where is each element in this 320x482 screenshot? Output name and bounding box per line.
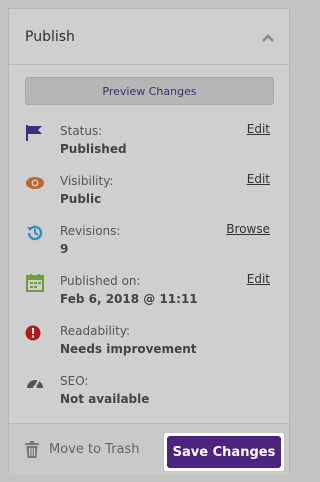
published-on-edit-link[interactable]: Edit xyxy=(247,272,270,286)
trash-icon xyxy=(25,440,39,458)
seo-label: SEO: xyxy=(60,374,89,388)
panel-footer: Move to Trash Save Changes xyxy=(9,423,289,474)
seo-row: SEO: Not available xyxy=(25,372,277,412)
gauge-icon xyxy=(27,379,43,389)
status-row: Status: Published Edit xyxy=(25,122,277,162)
move-to-trash-link[interactable]: Move to Trash xyxy=(25,440,140,458)
revisions-row: Revisions: 9 Browse xyxy=(25,222,277,262)
status-label: Status: xyxy=(60,124,103,138)
seo-value: Not available xyxy=(60,392,150,406)
move-to-trash-label: Move to Trash xyxy=(49,441,140,457)
published-on-row: Published on: Feb 6, 2018 @ 11:11 Edit xyxy=(25,272,277,312)
revisions-value: 9 xyxy=(60,242,69,256)
save-changes-button[interactable]: Save Changes xyxy=(164,433,284,471)
revisions-browse-link[interactable]: Browse xyxy=(226,222,270,236)
eye-icon xyxy=(26,177,44,189)
published-on-label: Published on: xyxy=(60,274,141,288)
published-on-value: Feb 6, 2018 @ 11:11 xyxy=(60,292,198,306)
visibility-label: Visibility: xyxy=(60,174,114,188)
history-icon xyxy=(27,225,43,241)
save-changes-label: Save Changes xyxy=(167,436,281,468)
revisions-label: Revisions: xyxy=(60,224,121,238)
visibility-edit-link[interactable]: Edit xyxy=(247,172,270,186)
panel-title: Publish xyxy=(25,29,75,45)
status-edit-link[interactable]: Edit xyxy=(247,122,270,136)
readability-label: Readability: xyxy=(60,324,131,338)
alert-icon xyxy=(25,325,41,341)
calendar-icon xyxy=(26,274,44,292)
publish-panel: Publish Preview Changes Status: Publishe… xyxy=(8,8,290,474)
status-value: Published xyxy=(60,142,127,156)
readability-row: Readability: Needs improvement xyxy=(25,322,277,362)
panel-header[interactable]: Publish xyxy=(9,9,289,65)
preview-changes-button[interactable]: Preview Changes xyxy=(25,77,274,105)
visibility-value: Public xyxy=(60,192,102,206)
readability-value: Needs improvement xyxy=(60,342,197,356)
chevron-up-icon[interactable] xyxy=(261,33,275,43)
flag-icon xyxy=(26,125,42,141)
visibility-row: Visibility: Public Edit xyxy=(25,172,277,212)
